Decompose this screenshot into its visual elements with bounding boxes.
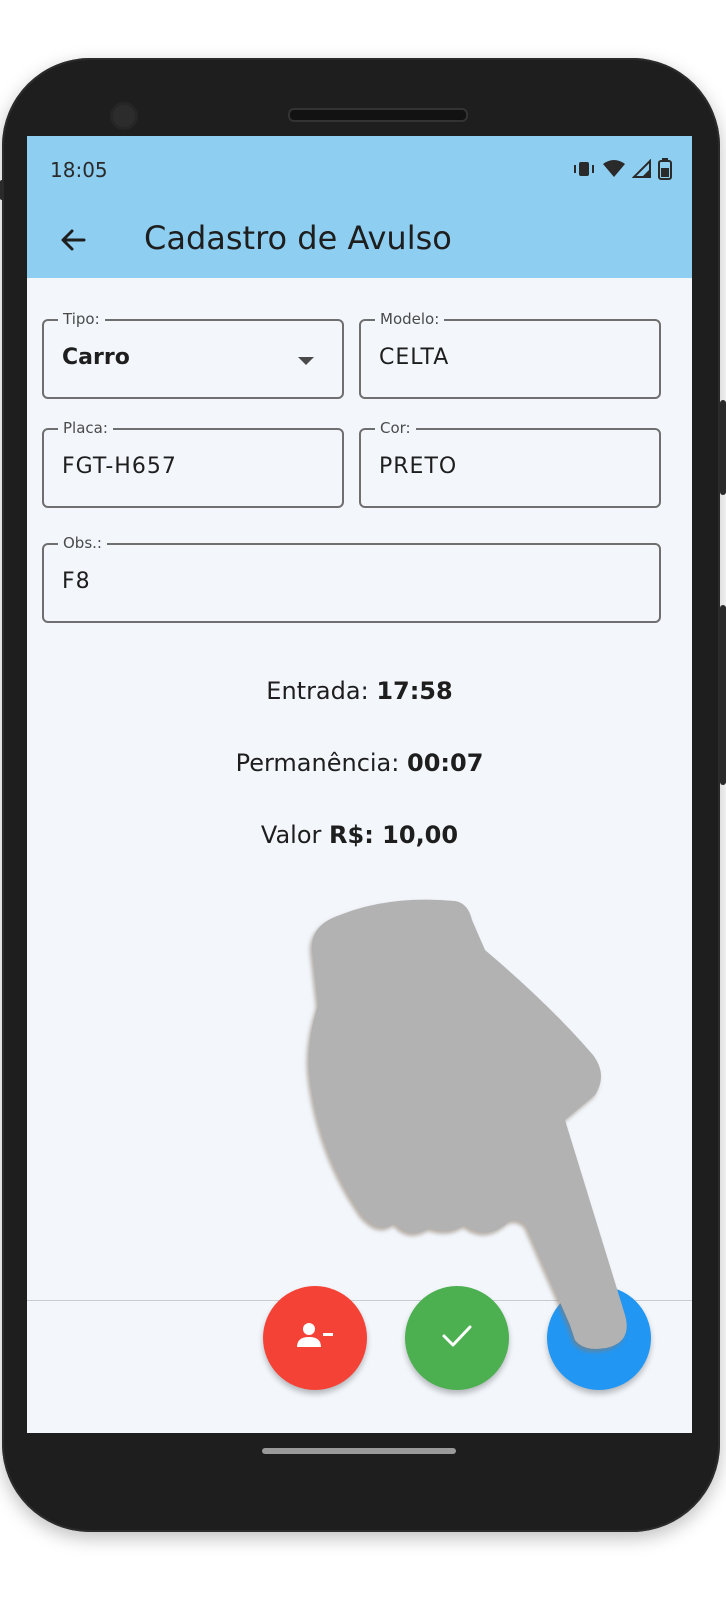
tipo-label: Tipo: [58,310,105,328]
phone-screen: 18:05 Cadastro de Avulso Tipo: Carro Mod… [27,136,692,1433]
modelo-value: CELTA [379,345,450,370]
front-camera [113,105,135,127]
modelo-field[interactable]: Modelo: CELTA [359,310,661,399]
modelo-label: Modelo: [375,310,445,328]
signal-icon [632,159,652,179]
person-remove-icon [295,1321,335,1355]
tipo-value: Carro [62,345,130,370]
valor-value: R$: 10,00 [329,821,459,849]
dropdown-arrow-icon [298,357,314,365]
placa-value: FGT-H657 [62,454,177,479]
arrow-back-icon [58,225,88,259]
cor-field[interactable]: Cor: PRETO [359,419,661,508]
home-indicator[interactable] [262,1448,456,1454]
cor-label: Cor: [375,419,416,437]
app-bar: Cadastro de Avulso [27,204,692,278]
entrada-value: 17:58 [376,677,453,705]
obs-value: F8 [62,569,91,594]
tipo-dropdown[interactable]: Tipo: Carro [42,310,344,399]
vibrate-icon [572,159,596,179]
left-side-button [0,180,4,200]
battery-icon [658,158,672,180]
print-button[interactable] [547,1286,651,1390]
entrada-line: Entrada: 17:58 [27,677,692,705]
valor-label: Valor [260,821,322,849]
check-icon [440,1322,474,1354]
obs-field[interactable]: Obs.: F8 [42,534,661,623]
confirm-button[interactable] [405,1286,509,1390]
valor-line: Valor R$: 10,00 [27,821,692,849]
placa-field[interactable]: Placa: FGT-H657 [42,419,344,508]
volume-button [720,605,726,785]
page-title: Cadastro de Avulso [144,219,452,257]
status-bar: 18:05 [27,136,692,204]
print-icon [581,1320,617,1356]
back-button[interactable] [55,224,91,260]
permanencia-label: Permanência: [235,749,400,777]
status-icons [572,158,672,180]
permanencia-value: 00:07 [407,749,484,777]
obs-label: Obs.: [58,534,107,552]
power-button [720,400,726,495]
permanencia-line: Permanência: 00:07 [27,749,692,777]
entrada-label: Entrada: [266,677,369,705]
cor-value: PRETO [379,454,458,479]
status-time: 18:05 [50,158,108,182]
earpiece-speaker [288,108,468,122]
remove-person-button[interactable] [263,1286,367,1390]
wifi-icon [602,159,626,179]
placa-label: Placa: [58,419,113,437]
